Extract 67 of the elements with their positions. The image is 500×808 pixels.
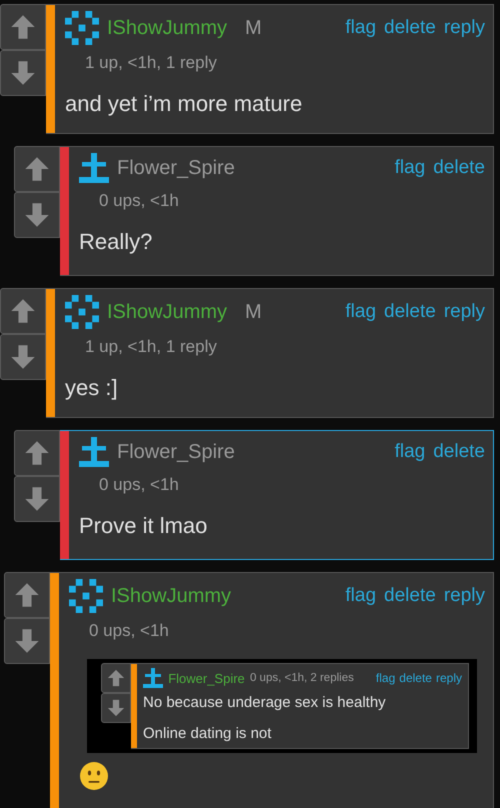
downvote-button[interactable] xyxy=(0,334,46,380)
upvote-button[interactable] xyxy=(0,288,46,334)
action-link[interactable]: delete xyxy=(384,585,436,607)
action-link[interactable]: delete xyxy=(433,157,485,179)
comment-meta: 0 ups, <1h xyxy=(98,475,180,495)
comment-text: yes :] xyxy=(65,375,119,401)
pixel-avatar-icon xyxy=(65,11,99,45)
action-link[interactable]: flag xyxy=(345,585,376,607)
action-link[interactable]: reply xyxy=(444,17,485,39)
downvote-button[interactable] xyxy=(101,693,131,723)
cross-avatar-icon xyxy=(79,437,109,467)
downvote-button[interactable] xyxy=(0,50,46,96)
down-arrow-icon xyxy=(10,344,36,370)
comment-meta: 1 up, <1h, 1 reply xyxy=(84,53,218,73)
upvote-button[interactable] xyxy=(0,4,46,50)
up-arrow-icon xyxy=(10,14,36,40)
comment-text: No because underage sex is healthy xyxy=(143,694,387,711)
up-arrow-icon xyxy=(24,440,50,466)
comment-text: and yet i’m more mature xyxy=(65,91,304,117)
action-link[interactable]: flag xyxy=(394,441,426,463)
pixel-avatar-icon xyxy=(69,579,103,613)
pixel-avatar-icon xyxy=(65,295,99,329)
username[interactable]: Flower_Spire xyxy=(117,156,235,180)
down-arrow-icon xyxy=(24,486,50,512)
comment-meta: 1 up, <1h, 1 reply xyxy=(84,337,218,357)
action-link[interactable]: delete xyxy=(399,671,432,685)
down-arrow-icon xyxy=(14,628,40,654)
upvote-button[interactable] xyxy=(4,572,50,618)
action-link[interactable]: flag xyxy=(345,17,376,39)
username[interactable]: IShowJummy xyxy=(107,16,228,40)
up-arrow-icon xyxy=(10,298,36,324)
action-link[interactable]: flag xyxy=(394,157,426,179)
action-link[interactable]: delete xyxy=(384,301,436,323)
upvote-button[interactable] xyxy=(14,146,60,192)
action-link[interactable]: flag xyxy=(376,671,396,685)
user-tag: M xyxy=(245,300,262,324)
neutral-face-icon xyxy=(79,761,109,791)
username[interactable]: IShowJummy xyxy=(107,300,228,324)
username[interactable]: IShowJummy xyxy=(111,584,232,608)
action-link[interactable]: delete xyxy=(433,441,485,463)
downvote-button[interactable] xyxy=(14,476,60,522)
downvote-button[interactable] xyxy=(14,192,60,238)
down-arrow-icon xyxy=(107,699,125,717)
up-arrow-icon xyxy=(24,156,50,182)
down-arrow-icon xyxy=(10,60,36,86)
comment-text: Online dating is not xyxy=(143,725,272,742)
action-link[interactable]: delete xyxy=(384,17,436,39)
up-arrow-icon xyxy=(107,669,125,687)
username[interactable]: Flower_Spire xyxy=(168,670,245,686)
username[interactable]: Flower_Spire xyxy=(117,440,235,464)
comment-meta: 0 ups, <1h xyxy=(98,191,180,211)
comment-meta: 0 ups, <1h, 2 replies xyxy=(250,672,354,684)
cross-avatar-icon xyxy=(143,668,163,688)
downvote-button[interactable] xyxy=(4,618,50,664)
action-link[interactable]: reply xyxy=(444,585,485,607)
action-link[interactable]: flag xyxy=(345,301,376,323)
comment-meta: 0 ups, <1h xyxy=(88,621,170,641)
action-link[interactable]: reply xyxy=(444,301,485,323)
comment-text: Really? xyxy=(79,229,154,255)
cross-avatar-icon xyxy=(79,153,109,183)
upvote-button[interactable] xyxy=(14,430,60,476)
user-tag: M xyxy=(245,16,262,40)
down-arrow-icon xyxy=(24,202,50,228)
action-link[interactable]: reply xyxy=(436,671,462,685)
up-arrow-icon xyxy=(14,582,40,608)
comment-text: Prove it lmao xyxy=(79,513,208,539)
upvote-button[interactable] xyxy=(101,663,131,693)
